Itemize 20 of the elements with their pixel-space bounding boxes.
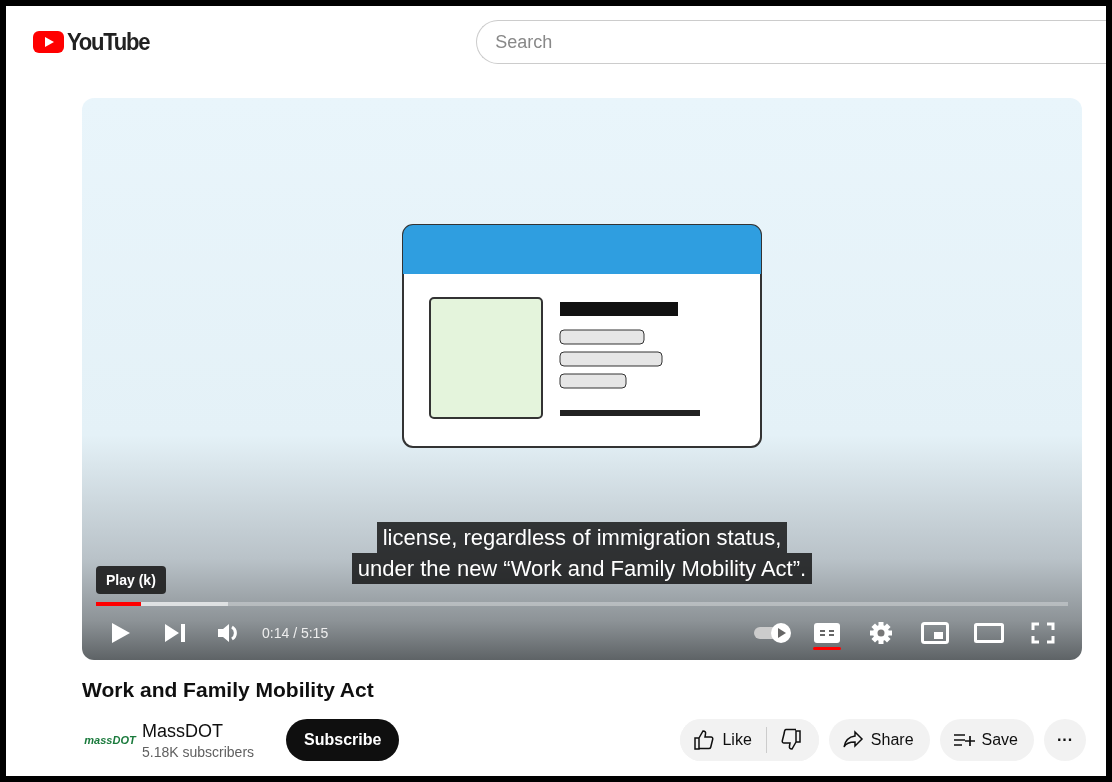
theater-mode-icon <box>974 623 1004 643</box>
channel-name[interactable]: MassDOT <box>142 720 255 742</box>
captions-icon <box>814 623 840 643</box>
search-field[interactable]: Search <box>476 20 1106 64</box>
play-icon <box>111 622 131 644</box>
skip-next-icon <box>164 623 186 643</box>
play-logo-icon <box>33 31 64 53</box>
save-button[interactable]: Save <box>939 719 1034 761</box>
tooltip: Play (k) <box>96 566 166 594</box>
time-display: 0:14 / 5:15 <box>262 625 329 641</box>
logo-text[interactable]: YouTube <box>67 28 150 56</box>
autoplay-toggle-icon <box>753 622 793 644</box>
miniplayer-icon <box>921 622 949 644</box>
video-title: Work and Family Mobility Act <box>82 678 375 702</box>
subscribe-button[interactable]: Subscribe <box>286 719 400 761</box>
fullscreen-icon <box>1031 622 1055 644</box>
settings-icon <box>869 621 893 645</box>
more-button[interactable]: ··· <box>1044 719 1086 761</box>
share-button[interactable]: Share <box>828 719 930 761</box>
subscriber-count: 5.18K subscribers <box>142 743 255 760</box>
